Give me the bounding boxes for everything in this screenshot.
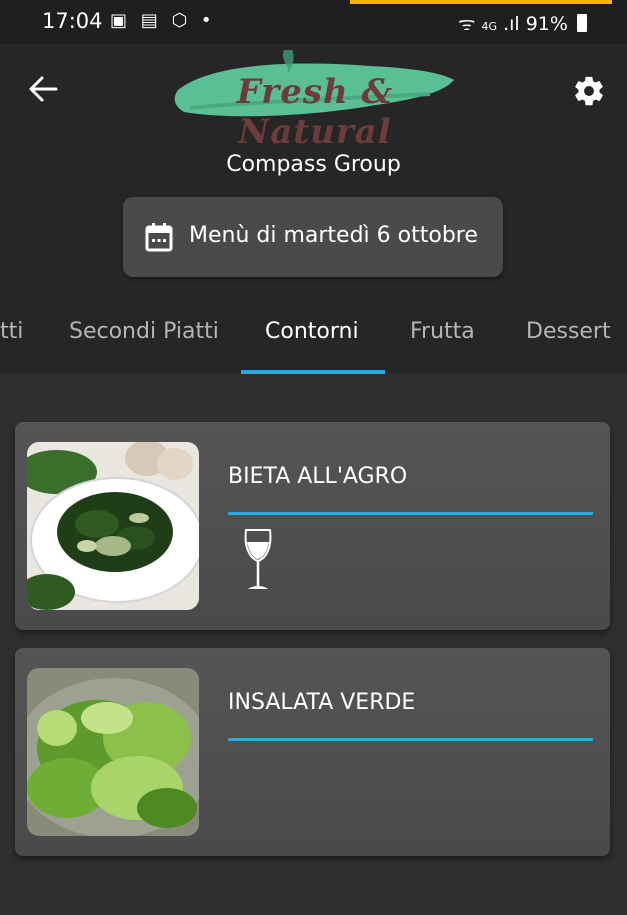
status-bar: 17:04 ▣ ▤ ⬡ • ᯤ 4G .ıl 91% (0, 0, 627, 44)
gear-icon[interactable] (572, 74, 606, 108)
status-time: 17:04 (42, 9, 103, 33)
network-type: 4G (481, 20, 498, 33)
wine-glass-icon (244, 529, 272, 589)
dish-image-icon (27, 442, 199, 610)
dish-card[interactable]: INSALATA VERDE (15, 648, 610, 856)
dish-list: BIETA ALL'AGRO INSALATA VERDE (0, 374, 627, 915)
status-right: ᯤ 4G .ıl 91% (458, 10, 587, 36)
dish-name: INSALATA VERDE (228, 690, 416, 715)
dish-divider (228, 738, 593, 741)
dish-name: BIETA ALL'AGRO (228, 464, 408, 489)
tab-frutta[interactable]: Frutta (410, 314, 475, 374)
dish-image-icon (27, 668, 199, 836)
tab-secondi-piatti[interactable]: Secondi Piatti (69, 314, 219, 374)
battery-icon (577, 14, 587, 32)
course-tabs: tti Secondi Piatti Contorni Frutta Desse… (0, 314, 627, 374)
dish-card[interactable]: BIETA ALL'AGRO (15, 422, 610, 630)
dish-photo (27, 442, 199, 610)
brand-logo: Fresh & Natural (170, 46, 460, 152)
wifi-icon: ᯤ (458, 13, 476, 35)
menu-date-label: Menù di martedì 6 ottobre (189, 223, 478, 248)
notification-icons: ▣ ▤ ⬡ • (110, 10, 216, 31)
tab-primi-piatti[interactable]: tti (0, 314, 23, 374)
menu-date-button[interactable]: Menù di martedì 6 ottobre (123, 197, 503, 277)
back-arrow-icon[interactable] (28, 74, 58, 104)
dish-divider (228, 512, 593, 515)
tab-contorni[interactable]: Contorni (265, 314, 359, 374)
battery-level: 91% (525, 13, 568, 35)
signal-icon: .ıl (503, 13, 520, 35)
status-accent-bar (350, 0, 612, 4)
dish-photo (27, 668, 199, 836)
company-name: Compass Group (226, 152, 401, 177)
logo-text: Fresh & Natural (236, 72, 394, 152)
tab-dessert[interactable]: Dessert (526, 314, 611, 374)
calendar-icon (145, 223, 173, 252)
header: Fresh & Natural Compass Group Menù di ma… (0, 44, 627, 374)
